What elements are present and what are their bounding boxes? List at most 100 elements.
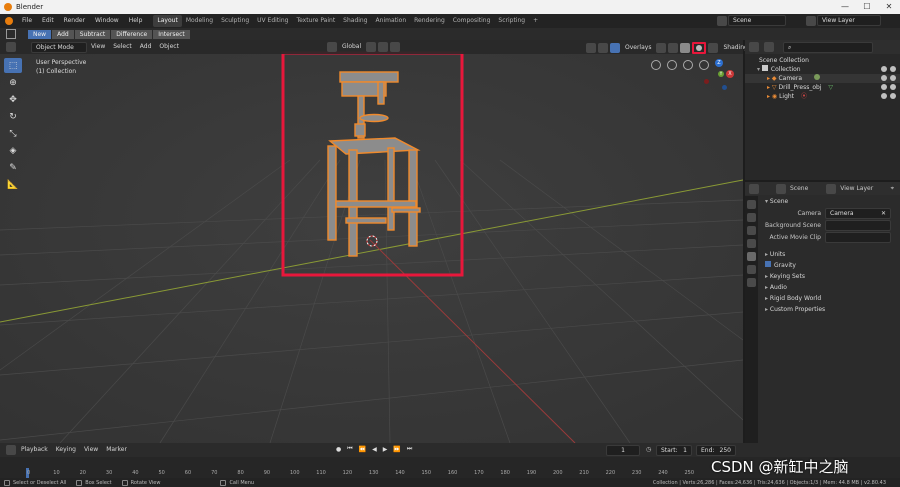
annotate-icon[interactable]: ✎ [4, 160, 22, 175]
wireframe-shading-icon[interactable] [668, 43, 679, 53]
texture-tab-icon[interactable] [747, 278, 756, 287]
camera-restrict-icon[interactable] [890, 66, 896, 72]
3d-viewport[interactable]: User Perspective (1) Collection Z X Y [0, 40, 743, 443]
play-reverse-icon[interactable]: ◀ [372, 446, 377, 453]
filter-icon[interactable] [764, 42, 774, 52]
scene-section-header[interactable]: ▾ Scene [759, 196, 900, 207]
tab-scripting[interactable]: Scripting [494, 15, 529, 27]
eye-icon[interactable] [881, 93, 887, 99]
orientation-select[interactable]: Global [338, 42, 365, 52]
menu-select[interactable]: Select [109, 40, 136, 54]
gizmo-y-axis[interactable]: Y [718, 71, 724, 77]
tab-texture-paint[interactable]: Texture Paint [292, 15, 339, 27]
outliner-editor-icon[interactable] [749, 42, 759, 52]
gizmo-neg-z[interactable] [722, 85, 727, 90]
scene-props-icon[interactable] [747, 252, 756, 261]
world-tab-icon[interactable] [747, 265, 756, 274]
clear-icon[interactable]: ✕ [881, 209, 886, 218]
tree-collection[interactable]: ▾ Collection [745, 65, 900, 74]
add-workspace-button[interactable]: + [529, 15, 542, 27]
maximize-button[interactable]: ☐ [856, 0, 878, 14]
measure-icon[interactable]: 📐 [4, 177, 22, 192]
rigid-body-world-section[interactable]: ▸ Rigid Body World [759, 293, 900, 304]
menu-edit[interactable]: Edit [37, 14, 59, 28]
timeline-editor-icon[interactable] [6, 445, 16, 455]
tree-drill-press[interactable]: ▸ ▽ Drill_Press_obj ▽ [745, 83, 900, 92]
play-icon[interactable]: ▶ [383, 446, 388, 453]
audio-section[interactable]: ▸ Audio [759, 282, 900, 293]
eye-icon[interactable] [881, 66, 887, 72]
select-box-tool-icon[interactable] [6, 29, 16, 39]
overlays-button[interactable]: Overlays [621, 43, 655, 53]
tree-scene-collection[interactable]: Scene Collection [745, 56, 900, 65]
tab-shading[interactable]: Shading [339, 15, 371, 27]
camera-restrict-icon[interactable] [890, 84, 896, 90]
tab-layout[interactable]: Layout [153, 15, 182, 27]
gravity-checkbox[interactable] [765, 261, 771, 267]
menu-marker[interactable]: Marker [102, 443, 131, 457]
current-frame-field[interactable]: 1 [606, 445, 640, 456]
view-layer-props-icon[interactable] [747, 239, 756, 248]
keying-sets-section[interactable]: ▸ Keying Sets [759, 271, 900, 282]
tree-camera[interactable]: ▸ ◆ Camera [745, 74, 900, 83]
output-tab-icon[interactable] [747, 226, 756, 235]
gizmo-icon[interactable] [598, 43, 608, 53]
pivot-icon[interactable] [366, 42, 377, 52]
minimize-button[interactable]: — [834, 0, 856, 14]
prev-key-icon[interactable]: ⏪ [359, 446, 366, 453]
units-section[interactable]: ▸ Units [759, 249, 900, 260]
scale-icon[interactable]: ⤡ [4, 126, 22, 141]
custom-properties-section[interactable]: ▸ Custom Properties [759, 304, 900, 315]
camera-grid-icon[interactable] [651, 60, 661, 70]
scene-field[interactable]: Scene [728, 15, 786, 26]
tab-compositing[interactable]: Compositing [449, 15, 495, 27]
zoom-icon[interactable] [699, 60, 709, 70]
menu-keying[interactable]: Keying [52, 443, 80, 457]
menu-render[interactable]: Render [59, 14, 90, 28]
camera-restrict-icon[interactable] [890, 93, 896, 99]
outliner-search-input[interactable]: ⌕ [783, 41, 873, 53]
camera-field[interactable]: Camera ✕ [825, 207, 891, 219]
overlays-icon[interactable] [610, 43, 620, 53]
gravity-section[interactable]: Gravity [759, 260, 900, 271]
mode-intersect-button[interactable]: Intersect [153, 29, 190, 39]
move-icon[interactable]: ✥ [4, 92, 22, 107]
preview-range-icon[interactable]: ◷ [646, 446, 651, 453]
view-layer-tab-label[interactable]: View Layer [840, 185, 873, 192]
pan-hand-icon[interactable] [683, 60, 693, 70]
transform-icon[interactable]: ◈ [4, 143, 22, 158]
menu-help[interactable]: Help [124, 14, 148, 28]
tree-light[interactable]: ▸ ◉ Light ⦿ [745, 92, 900, 101]
select-box-icon[interactable]: ⬚ [4, 58, 22, 73]
gizmo-x-axis[interactable]: X [726, 70, 734, 78]
scene-tab-label[interactable]: Scene [790, 185, 808, 192]
properties-editor-icon[interactable] [749, 183, 759, 194]
eye-icon[interactable] [881, 84, 887, 90]
background-scene-field[interactable] [825, 219, 891, 231]
tool-tab-icon[interactable] [747, 200, 756, 209]
menu-playback[interactable]: Playback [17, 443, 52, 457]
material-preview-shading-icon[interactable] [692, 42, 707, 54]
menu-view-timeline[interactable]: View [80, 443, 102, 457]
eye-icon[interactable] [881, 75, 887, 81]
close-button[interactable]: ✕ [878, 0, 900, 14]
menu-file[interactable]: File [17, 14, 37, 28]
mode-subtract-button[interactable]: Subtract [74, 29, 111, 39]
rendered-shading-icon[interactable] [708, 43, 719, 53]
menu-view[interactable]: View [87, 40, 109, 54]
rotate-icon[interactable]: ↻ [4, 109, 22, 124]
render-tab-icon[interactable] [747, 213, 756, 222]
gizmo-neg-x[interactable] [704, 79, 709, 84]
next-key-icon[interactable]: ⏩ [393, 446, 400, 453]
pin-icon[interactable]: ⌖ [891, 185, 894, 193]
mode-difference-button[interactable]: Difference [111, 29, 153, 39]
mode-add-button[interactable]: Add [52, 29, 74, 39]
menu-object[interactable]: Object [155, 40, 183, 54]
jump-end-icon[interactable]: ⏭ [407, 445, 412, 453]
menu-window[interactable]: Window [90, 14, 124, 28]
camera-restrict-icon[interactable] [890, 75, 896, 81]
proportional-edit-icon[interactable] [390, 42, 401, 52]
tab-sculpting[interactable]: Sculpting [217, 15, 253, 27]
blender-menu-icon[interactable] [5, 17, 13, 25]
end-frame-field[interactable]: End: 250 [696, 445, 736, 456]
